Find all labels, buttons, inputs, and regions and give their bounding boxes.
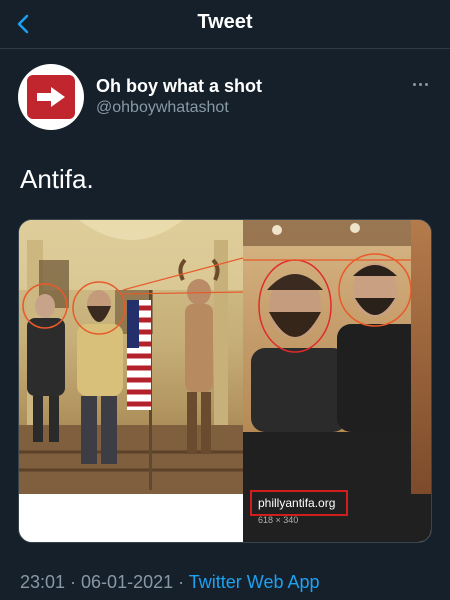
side-photo-strip [411, 220, 431, 494]
tweet-timestamp[interactable]: 23:01 · 06-01-2021 [20, 572, 173, 592]
arrow-right-icon [37, 87, 65, 107]
page-title: Tweet [197, 11, 253, 33]
tweet-text: Antifa. [20, 164, 94, 194]
tweet-media[interactable]: phillyantifa.org 618 × 340 [18, 219, 432, 543]
comparison-photo-top [243, 220, 431, 432]
avatar-logo [27, 75, 75, 119]
more-dots-icon [418, 82, 422, 86]
tweet-source-link[interactable]: Twitter Web App [189, 572, 320, 592]
tweet-meta: 23:01 · 06-01-2021 · Twitter Web App [20, 572, 320, 593]
more-options-button[interactable] [408, 76, 432, 92]
media-caption: phillyantifa.org [258, 496, 336, 510]
media-dimensions: 618 × 340 [258, 515, 299, 525]
meta-separator: · [173, 572, 189, 592]
more-dots-icon [424, 82, 428, 86]
top-bar: Tweet [0, 0, 450, 49]
crowd-photo [19, 220, 244, 494]
avatar[interactable] [18, 64, 84, 130]
author-handle[interactable]: @ohboywhatashot [96, 99, 229, 117]
more-dots-icon [412, 82, 416, 86]
author-name[interactable]: Oh boy what a shot [96, 76, 262, 97]
